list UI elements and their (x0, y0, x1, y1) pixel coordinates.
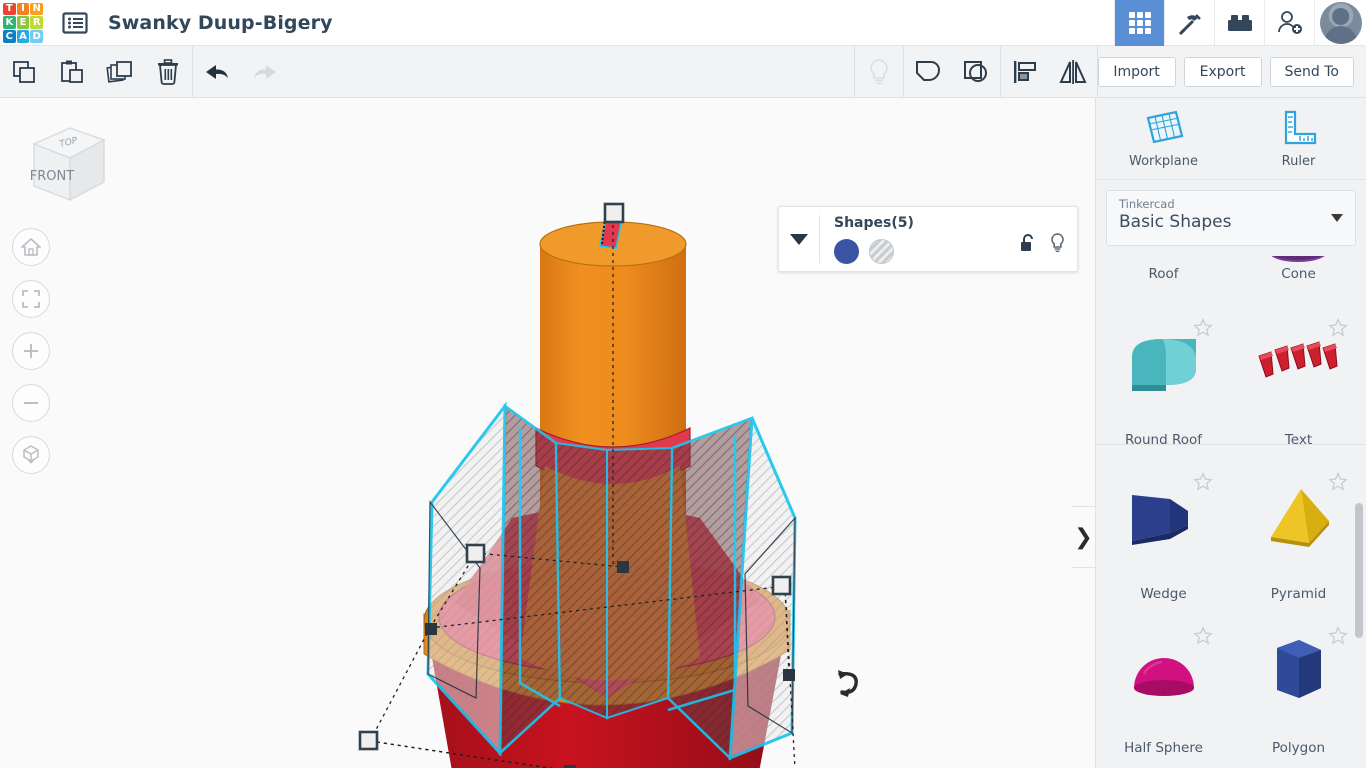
logo-tile-e: E (16, 16, 30, 29)
workplane-ruler-tools: Workplane Ruler (1096, 98, 1366, 180)
chevron-down-icon[interactable] (779, 207, 819, 271)
undo-arrow-icon[interactable] (193, 46, 241, 98)
duplicate-icon[interactable] (96, 46, 144, 98)
shape-item-polygon[interactable]: Polygon (1231, 608, 1366, 762)
favorite-star-icon[interactable] (1328, 625, 1348, 649)
logo-tile-i: I (16, 2, 30, 16)
shape-label: Polygon (1271, 740, 1326, 756)
ortho-perspective-toggle-button[interactable] (12, 436, 50, 474)
shape-label: Roof (1148, 266, 1179, 282)
redo-arrow-icon[interactable] (241, 46, 289, 98)
copy-icon[interactable] (0, 46, 48, 98)
page-title: Swanky Duup-Bigery (108, 11, 333, 34)
logo-tile-a: A (16, 29, 30, 43)
shape-row-partial: Roof Cone (1096, 256, 1366, 286)
apps-grid-icon[interactable] (1114, 0, 1164, 46)
file-actions: Import Export Send To (1097, 56, 1366, 87)
brick-builder-icon[interactable] (1214, 0, 1264, 46)
view-orientation-cube[interactable]: TOP FRONT (12, 112, 112, 212)
shape-library-dropdown[interactable]: Tinkercad Basic Shapes (1106, 190, 1356, 246)
shape-item-half-sphere[interactable]: Half Sphere (1096, 608, 1231, 762)
logo-tile-r: R (30, 16, 43, 29)
favorite-star-icon[interactable] (1328, 317, 1348, 341)
invite-person-icon[interactable] (1264, 0, 1314, 46)
lightbulb-icon[interactable] (855, 46, 903, 98)
workplane-tool-label: Workplane (1129, 154, 1198, 169)
shape-label: Half Sphere (1124, 740, 1203, 756)
shape-label: Wedge (1140, 586, 1187, 602)
hole-swatch[interactable] (869, 239, 894, 264)
codeblocks-pickaxe-icon[interactable] (1164, 0, 1214, 46)
history-tools (193, 46, 289, 98)
lightbulb-icon[interactable] (1050, 233, 1065, 257)
main-toolbar: Import Export Send To (0, 45, 1366, 98)
export-button[interactable]: Export (1183, 56, 1262, 87)
import-button[interactable]: Import (1097, 56, 1176, 87)
shape-item-roof[interactable]: Roof (1096, 256, 1231, 286)
ruler-tool[interactable]: Ruler (1231, 98, 1366, 179)
zoom-out-button[interactable] (12, 384, 50, 422)
home-view-button[interactable] (12, 228, 50, 266)
document-list-icon[interactable] (58, 6, 92, 40)
zoom-in-button[interactable] (12, 332, 50, 370)
workplane-grid-icon (1146, 110, 1183, 144)
ruler-icon (1284, 110, 1316, 145)
shape-item-text[interactable]: Text (1231, 300, 1366, 454)
shape-item-round-roof[interactable]: Round Roof (1096, 300, 1231, 454)
paste-icon[interactable] (48, 46, 96, 98)
unlock-icon[interactable] (1020, 233, 1036, 257)
cone-shape-icon (1271, 256, 1325, 262)
logo-tile-d: D (30, 29, 43, 43)
shape-row: Half Sphere Polygon (1096, 608, 1366, 762)
favorite-star-icon[interactable] (1193, 471, 1213, 495)
expand-panel-tab[interactable]: ❯ (1072, 506, 1095, 568)
shapes-count-label: Shapes(5) (834, 215, 914, 231)
ruler-tool-label: Ruler (1281, 154, 1316, 169)
shape-item-pyramid[interactable]: Pyramid (1231, 454, 1366, 608)
chevron-down-icon (1331, 214, 1343, 222)
dropdown-selected-value: Basic Shapes (1119, 212, 1232, 232)
group-shapes-icon[interactable] (904, 46, 952, 98)
shapes-selection-panel: Shapes(5) (778, 206, 1078, 272)
favorite-star-icon[interactable] (1193, 317, 1213, 341)
viewcube-front-label: FRONT (30, 169, 74, 184)
selected-shape-group (426, 401, 797, 761)
send-to-button[interactable]: Send To (1269, 56, 1354, 87)
shape-library-scrollbar[interactable] (1355, 503, 1363, 638)
solid-color-swatch[interactable] (834, 239, 859, 264)
favorite-star-icon[interactable] (1193, 625, 1213, 649)
favorite-star-icon[interactable] (1328, 471, 1348, 495)
avatar[interactable] (1314, 0, 1366, 46)
3d-workplane-canvas[interactable]: TOP FRONT Shapes(5) ❯ (0, 98, 1095, 768)
logo-tile-c: C (3, 29, 16, 43)
mirror-flip-icon[interactable] (1049, 46, 1097, 98)
shape-thumbnail-grid[interactable]: Roof Cone Round Roof Text Wedge Pyramid … (1096, 256, 1366, 768)
header-actions (1114, 0, 1366, 46)
shape-lock-light-actions (1020, 233, 1065, 257)
logo-tile-k: K (3, 16, 16, 29)
shape-row: Wedge Pyramid (1096, 454, 1366, 608)
3d-model-scene[interactable] (0, 98, 1095, 768)
fit-to-view-button[interactable] (12, 280, 50, 318)
shape-item-cone[interactable]: Cone (1231, 256, 1366, 286)
dropdown-category-label: Tinkercad (1119, 197, 1175, 211)
shape-label: Text (1284, 432, 1313, 448)
shapes-panel-body: Shapes(5) (820, 207, 1077, 271)
rotate-handle-icon (838, 670, 858, 697)
tinkercad-logo[interactable]: TIN KER CAD (0, 0, 46, 46)
logo-tile-n: N (30, 2, 43, 16)
shape-library-panel: Workplane Ruler Tinkercad Basic Shapes R… (1095, 98, 1366, 768)
app-header: TIN KER CAD Swanky Duup-Bigery (0, 0, 1366, 46)
shape-label: Cone (1281, 266, 1316, 282)
align-icon[interactable] (1001, 46, 1049, 98)
clipboard-tools (0, 46, 192, 98)
workplane-tool[interactable]: Workplane (1096, 98, 1231, 179)
shape-item-wedge[interactable]: Wedge (1096, 454, 1231, 608)
shape-label: Pyramid (1270, 586, 1327, 602)
ungroup-shapes-icon[interactable] (952, 46, 1000, 98)
shape-row: Round Roof Text (1096, 300, 1366, 454)
delete-trash-icon[interactable] (144, 46, 192, 98)
shape-label: Round Roof (1124, 432, 1203, 448)
logo-tile-t: T (3, 2, 16, 16)
